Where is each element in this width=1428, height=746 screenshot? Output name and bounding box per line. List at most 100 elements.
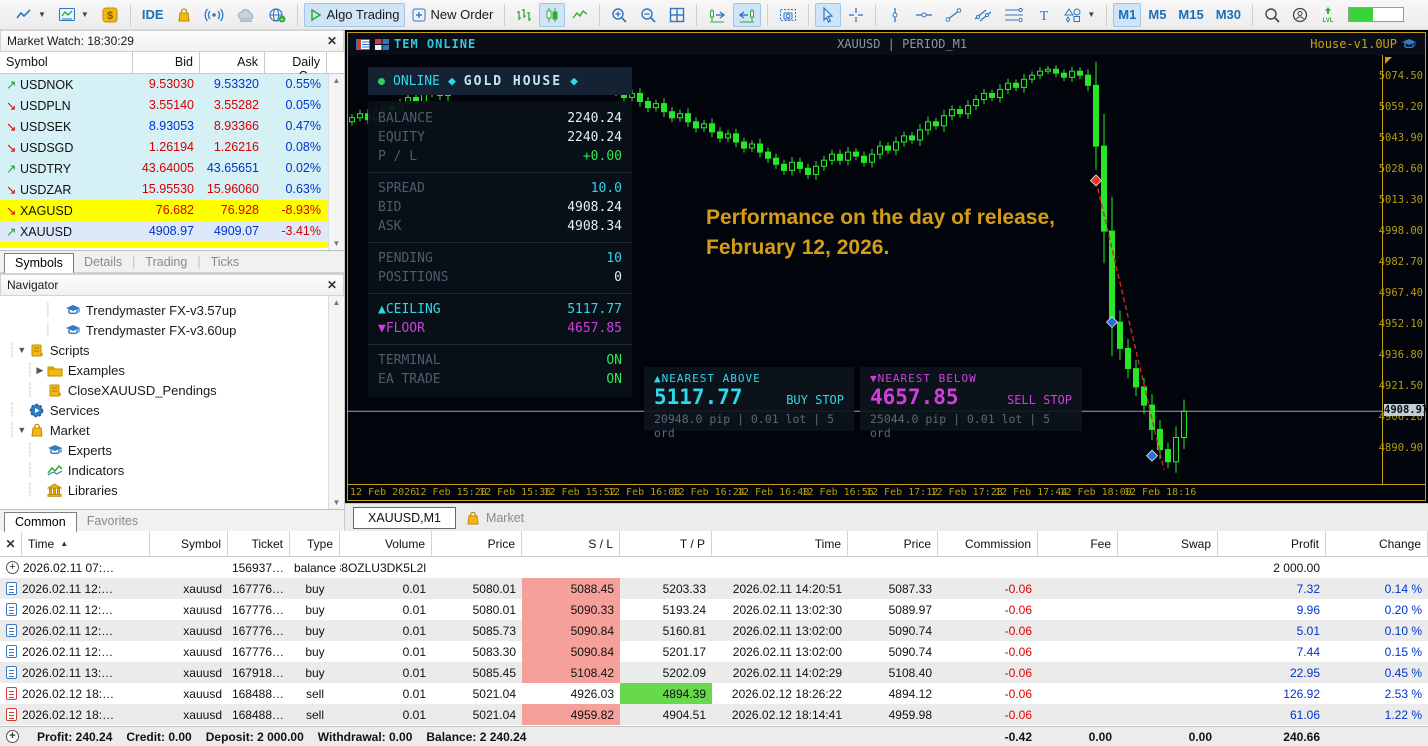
chart-create-button[interactable]: ▼ bbox=[10, 3, 51, 27]
tab-symbols[interactable]: Symbols bbox=[4, 253, 74, 273]
signals-button[interactable] bbox=[199, 3, 229, 27]
expander-chevron-right-icon[interactable]: ▶ bbox=[34, 365, 46, 376]
market-store-button[interactable] bbox=[171, 3, 197, 27]
tf-m30-button[interactable]: M30 bbox=[1211, 3, 1246, 27]
tree-item-trendymaster-fx-v3-57up[interactable]: ┊Trendymaster FX-v3.57up bbox=[0, 300, 344, 320]
history-row-buy-2[interactable]: 2026.02.11 12:…xauusd167776…buy0.015080.… bbox=[0, 599, 1428, 620]
tf-m5-button[interactable]: M5 bbox=[1143, 3, 1171, 27]
equidistant-channel-button[interactable] bbox=[969, 3, 997, 27]
expander-chevron-down-icon[interactable]: ▼ bbox=[16, 345, 28, 355]
market-row-XAUUSD[interactable]: ↗ XAUUSD4908.974909.07-3.41% bbox=[0, 221, 344, 242]
history-row-sell-7[interactable]: 2026.02.12 18:…xauusd168488…sell0.015021… bbox=[0, 704, 1428, 725]
mw-column-header-bid[interactable]: Bid bbox=[133, 52, 200, 73]
close-icon[interactable]: ✕ bbox=[327, 278, 337, 292]
market-row-USDNOK[interactable]: ↗ USDNOK9.530309.533200.55% bbox=[0, 74, 344, 95]
tree-item-trendymaster-fx-v3-60up[interactable]: ┊Trendymaster FX-v3.60up bbox=[0, 320, 344, 340]
tab-trading[interactable]: Trading bbox=[135, 253, 197, 272]
market-row-XAUEUR[interactable]: ↘ XAUEUR bbox=[0, 242, 344, 248]
tree-item-examples[interactable]: ┊▶Examples bbox=[0, 360, 344, 380]
market-row-XAGUSD[interactable]: ↘ XAGUSD76.68276.928-8.93% bbox=[0, 200, 344, 221]
history-column-swap-2[interactable]: Swap bbox=[1118, 531, 1218, 556]
tf-m1-button[interactable]: M1 bbox=[1113, 3, 1141, 27]
tree-item-scripts[interactable]: ┊▼Scripts bbox=[0, 340, 344, 360]
chart-profiles-button[interactable]: ▼ bbox=[53, 3, 94, 27]
ide-button[interactable]: IDE bbox=[137, 3, 169, 27]
tree-item-experts[interactable]: ┊Experts bbox=[0, 440, 344, 460]
market-watch-scrollbar[interactable]: ▲▼ bbox=[328, 74, 344, 250]
history-column-time-2[interactable]: Time bbox=[712, 531, 848, 556]
new-order-button[interactable]: New Order bbox=[407, 3, 499, 27]
price-axis[interactable]: 5074.505059.205043.905028.605013.304998.… bbox=[1382, 55, 1425, 484]
tree-item-market[interactable]: ┊▼Market bbox=[0, 420, 344, 440]
fibonacci-button[interactable] bbox=[999, 3, 1029, 27]
tree-item-libraries[interactable]: ┊Libraries bbox=[0, 480, 344, 500]
search-button[interactable] bbox=[1259, 3, 1285, 27]
navigator-scrollbar[interactable]: ▲▼ bbox=[328, 296, 344, 509]
cursor-button[interactable] bbox=[815, 3, 841, 27]
community-button[interactable]: + bbox=[263, 3, 291, 27]
expander-chevron-down-icon[interactable]: ▼ bbox=[16, 425, 28, 435]
vertical-line-button[interactable] bbox=[882, 3, 908, 27]
history-column-change-2[interactable]: Change bbox=[1326, 531, 1428, 556]
chart-tab-market[interactable]: Market bbox=[466, 511, 524, 525]
history-column-time[interactable]: Time▲ bbox=[22, 531, 150, 556]
tree-item-closexauusd-pendings[interactable]: ┊CloseXAUUSD_Pendings bbox=[0, 380, 344, 400]
mw-column-header-ask[interactable]: Ask bbox=[200, 52, 265, 73]
close-icon[interactable]: ✕ bbox=[327, 34, 337, 48]
deposit-coin-button[interactable]: $ bbox=[96, 3, 124, 27]
market-row-USDTRY[interactable]: ↗ USDTRY43.6400543.656510.02% bbox=[0, 158, 344, 179]
tab-common[interactable]: Common bbox=[4, 512, 77, 532]
mw-column-header-symbol[interactable]: Symbol bbox=[0, 52, 133, 73]
market-row-USDZAR[interactable]: ↘ USDZAR15.9553015.960600.63% bbox=[0, 179, 344, 200]
history-row-buy-3[interactable]: 2026.02.11 12:…xauusd167776…buy0.015085.… bbox=[0, 620, 1428, 641]
history-column-type[interactable]: Type bbox=[290, 531, 340, 556]
history-column-commission-2[interactable]: Commission bbox=[938, 531, 1038, 556]
market-row-USDSGD[interactable]: ↘ USDSGD1.261941.262160.08% bbox=[0, 137, 344, 158]
history-row-sell-6[interactable]: 2026.02.12 18:…xauusd168488…sell0.015021… bbox=[0, 683, 1428, 704]
chart-tab-xauusd-m1[interactable]: XAUUSD,M1 bbox=[353, 507, 456, 529]
profile-button[interactable] bbox=[1287, 3, 1313, 27]
mw-column-header-dailyc[interactable]: Daily C… bbox=[265, 52, 327, 73]
history-row-balance[interactable]: +2026.02.11 07:…156937…balance3lK38OZLU3… bbox=[0, 557, 1428, 578]
tile-windows-button[interactable] bbox=[664, 3, 690, 27]
zoom-out-button[interactable] bbox=[635, 3, 662, 27]
shift-end-button[interactable] bbox=[703, 3, 731, 27]
lvl-button[interactable]: LVL bbox=[1315, 3, 1341, 27]
history-row-buy-4[interactable]: 2026.02.11 12:…xauusd167776…buy0.015083.… bbox=[0, 641, 1428, 662]
line-chart-button[interactable] bbox=[567, 3, 593, 27]
tab-details[interactable]: Details bbox=[74, 253, 132, 272]
shift-back-button[interactable] bbox=[733, 3, 761, 27]
tf-m15-button[interactable]: M15 bbox=[1173, 3, 1208, 27]
history-column-symbol[interactable]: Symbol bbox=[150, 531, 228, 556]
text-label-button[interactable]: T bbox=[1031, 3, 1057, 27]
history-row-buy-1[interactable]: 2026.02.11 12:…xauusd167776…buy0.015080.… bbox=[0, 578, 1428, 599]
horizontal-line-button[interactable] bbox=[910, 3, 938, 27]
market-row-USDPLN[interactable]: ↘ USDPLN3.551403.552820.05% bbox=[0, 95, 344, 116]
algo-trading-button[interactable]: Algo Trading bbox=[304, 3, 405, 27]
history-column-price-2[interactable]: Price bbox=[848, 531, 938, 556]
candlestick-plot[interactable]: Performance on the day of release, Febru… bbox=[348, 55, 1382, 484]
history-column-volume[interactable]: Volume bbox=[340, 531, 432, 556]
tree-item-indicators[interactable]: ┊Indicators bbox=[0, 460, 344, 480]
tab-ticks[interactable]: Ticks bbox=[201, 253, 250, 272]
candle-chart-button[interactable] bbox=[539, 3, 565, 27]
history-column-fee-2[interactable]: Fee bbox=[1038, 531, 1118, 556]
screenshot-button[interactable] bbox=[774, 3, 802, 27]
history-column-sl[interactable]: S / L bbox=[522, 531, 620, 556]
time-axis[interactable]: 12 Feb 202612 Feb 15:2012 Feb 15:3612 Fe… bbox=[348, 484, 1425, 500]
close-icon[interactable]: ✕ bbox=[5, 537, 15, 551]
cloud-button[interactable] bbox=[231, 3, 261, 27]
market-row-USDSEK[interactable]: ↘ USDSEK8.930538.933660.47% bbox=[0, 116, 344, 137]
bar-chart-button[interactable] bbox=[511, 3, 537, 27]
tree-item-services[interactable]: ┊Services bbox=[0, 400, 344, 420]
history-row-buy-5[interactable]: 2026.02.11 13:…xauusd167918…buy0.015085.… bbox=[0, 662, 1428, 683]
history-column-profit-2[interactable]: Profit bbox=[1218, 531, 1326, 556]
shapes-button[interactable]: ▼ bbox=[1059, 3, 1100, 27]
history-column-price[interactable]: Price bbox=[432, 531, 522, 556]
history-column-close[interactable]: ✕ bbox=[0, 531, 22, 556]
trendline-button[interactable] bbox=[940, 3, 967, 27]
zoom-in-button[interactable] bbox=[606, 3, 633, 27]
history-column-ticket[interactable]: Ticket bbox=[228, 531, 290, 556]
crosshair-button[interactable] bbox=[843, 3, 869, 27]
history-column-tp[interactable]: T / P bbox=[620, 531, 712, 556]
